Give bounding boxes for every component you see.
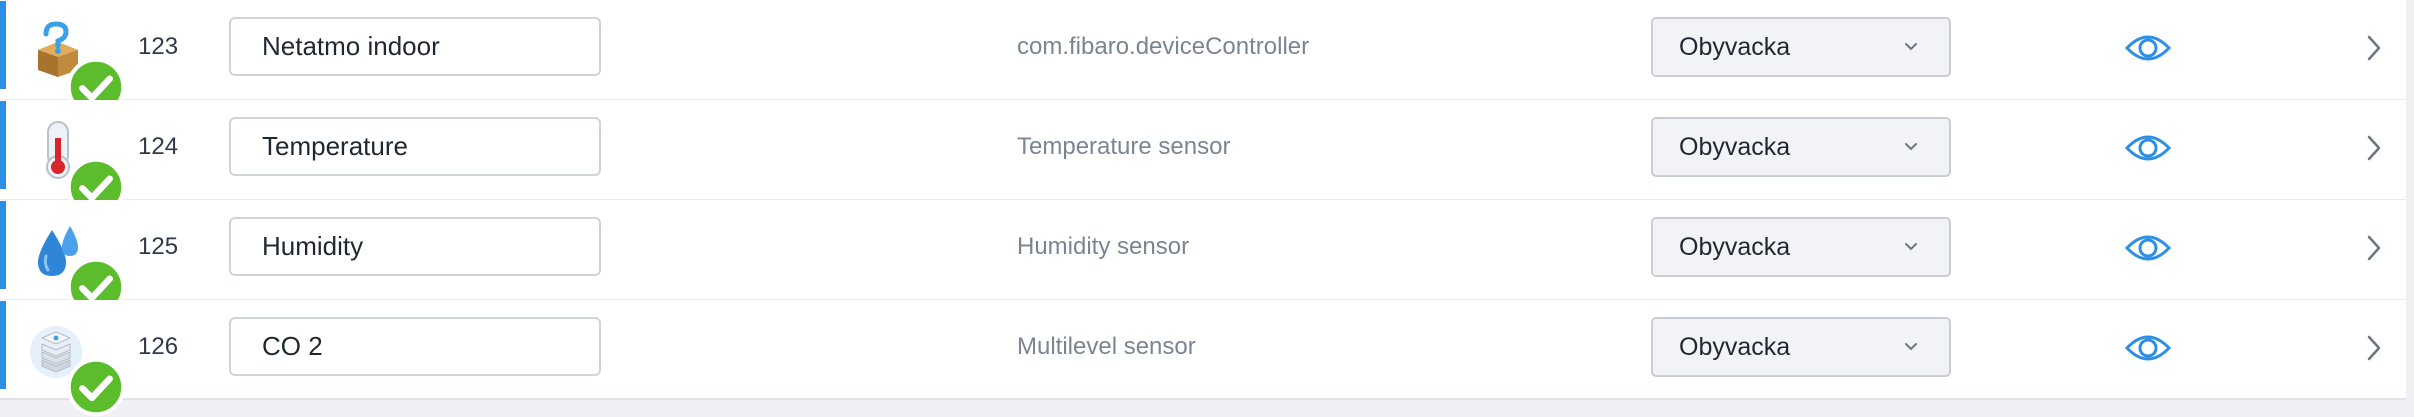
eye-icon[interactable] <box>2124 228 2172 268</box>
device-name-input[interactable] <box>229 17 601 76</box>
device-row[interactable]: 123 com.fibaro.deviceController Obyvacka <box>0 0 2406 117</box>
device-list: 123 com.fibaro.deviceController Obyvacka <box>0 0 2406 417</box>
device-type: Humidity sensor <box>1017 233 1190 260</box>
room-select[interactable]: Obyvacka <box>1651 317 1951 377</box>
chevron-down-icon <box>1903 141 1919 153</box>
row-accent-bar <box>0 301 6 389</box>
chevron-down-icon <box>1903 41 1919 53</box>
device-type: Multilevel sensor <box>1017 333 1196 360</box>
room-select-value: Obyvacka <box>1679 333 1791 361</box>
room-select-value: Obyvacka <box>1679 233 1791 261</box>
chevron-right-icon[interactable] <box>2366 134 2382 162</box>
check-badge-icon <box>66 357 126 417</box>
chevron-right-icon[interactable] <box>2366 34 2382 62</box>
room-select[interactable]: Obyvacka <box>1651 117 1951 177</box>
device-name-input[interactable] <box>229 217 601 276</box>
room-select[interactable]: Obyvacka <box>1651 17 1951 77</box>
check-badge-icon <box>66 157 126 217</box>
device-row[interactable]: 124 Temperature sensor Obyvacka <box>0 100 2406 217</box>
room-select[interactable]: Obyvacka <box>1651 217 1951 277</box>
check-badge-icon <box>66 257 126 317</box>
device-name-input[interactable] <box>229 117 601 176</box>
device-id: 125 <box>138 233 179 260</box>
device-type: Temperature sensor <box>1017 133 1231 160</box>
chevron-down-icon <box>1903 241 1919 253</box>
chevron-right-icon[interactable] <box>2366 234 2382 262</box>
device-id: 126 <box>138 333 179 360</box>
row-accent-bar <box>0 201 6 289</box>
device-id: 123 <box>138 33 179 60</box>
chevron-down-icon <box>1903 341 1919 353</box>
eye-icon[interactable] <box>2124 328 2172 368</box>
device-id: 124 <box>138 133 179 160</box>
device-row[interactable]: 125 Humidity sensor Obyvacka <box>0 200 2406 317</box>
eye-icon[interactable] <box>2124 128 2172 168</box>
eye-icon[interactable] <box>2124 28 2172 68</box>
check-badge-icon <box>66 57 126 117</box>
device-name-input[interactable] <box>229 317 601 376</box>
row-accent-bar <box>0 1 6 89</box>
chevron-right-icon[interactable] <box>2366 334 2382 362</box>
device-row[interactable]: 126 Multilevel sensor Obyvacka <box>0 300 2406 417</box>
device-type: com.fibaro.deviceController <box>1017 33 1310 60</box>
row-accent-bar <box>0 101 6 189</box>
room-select-value: Obyvacka <box>1679 133 1791 161</box>
room-select-value: Obyvacka <box>1679 33 1791 61</box>
